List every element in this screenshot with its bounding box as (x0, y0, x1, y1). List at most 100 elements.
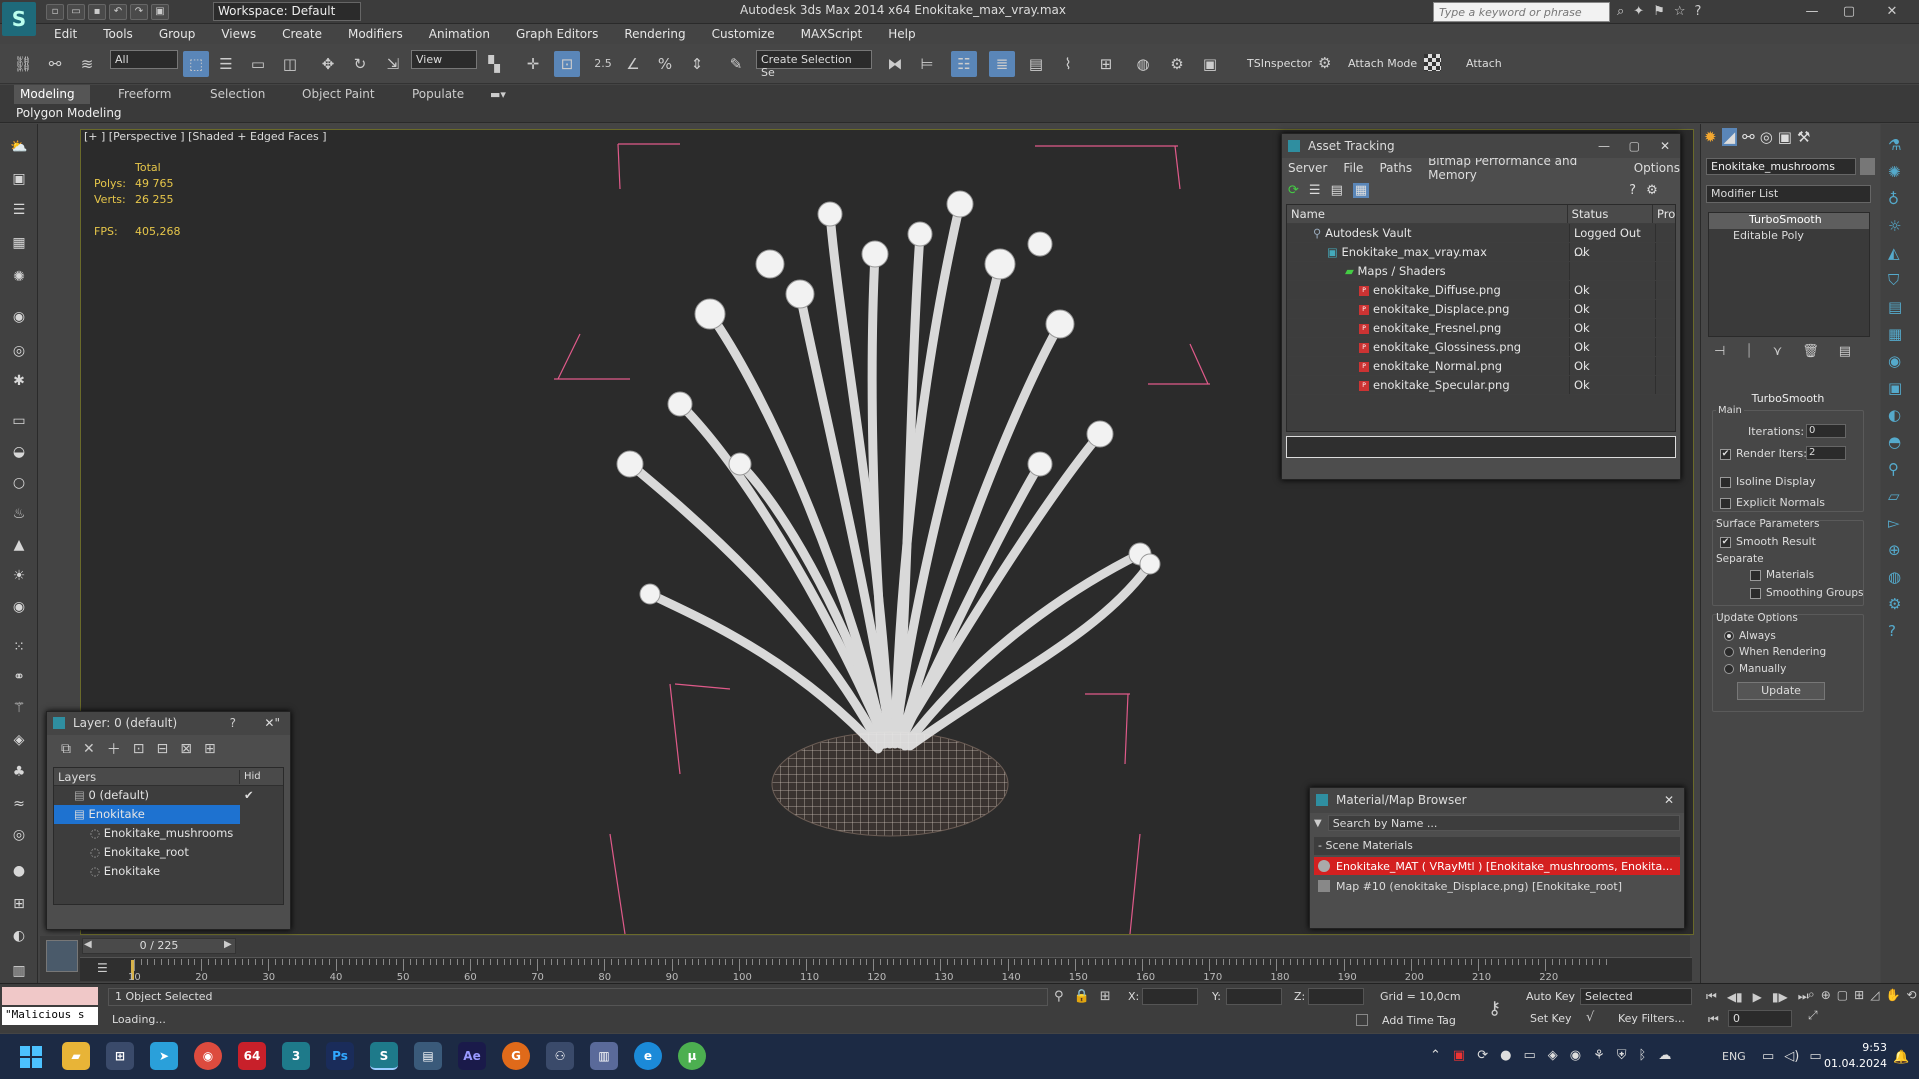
pin-stack-icon[interactable]: ⊣ (1714, 344, 1725, 359)
freeze-all-icon[interactable]: ⊞ (204, 741, 216, 757)
select-by-name-icon[interactable]: ☰ (213, 51, 239, 77)
material-sphere-icon[interactable]: ● (7, 860, 31, 882)
tray-chevron-icon[interactable]: ⌃ (1430, 1048, 1441, 1063)
show-end-result-icon[interactable]: ⏐ (1745, 344, 1752, 359)
scale-icon[interactable]: ⇲ (380, 51, 406, 77)
unknown-app-icon[interactable]: ⚇ (546, 1042, 574, 1070)
tab-populate[interactable]: Populate (406, 85, 470, 104)
tray-security-icon[interactable]: ⛨ (1617, 1048, 1627, 1063)
select-manipulate-icon[interactable]: ✛ (520, 51, 546, 77)
edit-named-selection-icon[interactable]: ✎ (723, 51, 749, 77)
pan-icon[interactable]: ✋ (1885, 988, 1900, 1002)
polygon-modeling-label[interactable]: Polygon Modeling (16, 106, 122, 120)
object-color-swatch[interactable] (1860, 158, 1875, 175)
after-effects-icon[interactable]: Ae (458, 1042, 486, 1070)
keyboard-shortcut-override-icon[interactable]: ⊡ (554, 51, 580, 77)
make-unique-icon[interactable]: ⋎ (1773, 344, 1783, 359)
archive-icon[interactable]: ▥ (590, 1042, 618, 1070)
create-layer-icon[interactable]: ⧉ (61, 741, 71, 757)
add-time-tag-button[interactable]: Add Time Tag (1382, 1014, 1456, 1027)
rotate-icon[interactable]: ↻ (347, 51, 373, 77)
link-icon[interactable]: ⛓ (10, 51, 36, 77)
time-slider[interactable]: 0 / 225 (82, 938, 236, 954)
tray-nvidia-icon[interactable]: ◉ (1570, 1048, 1581, 1063)
manually-radio[interactable] (1724, 664, 1734, 674)
menu-edit[interactable]: Edit (54, 27, 77, 41)
tray-bluetooth-icon[interactable]: ᛒ (1639, 1048, 1647, 1063)
select-layer-icon[interactable]: ⊡ (133, 741, 145, 757)
new-file-icon[interactable]: ▫ (46, 4, 64, 20)
vray-tools-icon[interactable]: ⚙ (1888, 595, 1902, 613)
foliage-icon[interactable]: ♣ (7, 761, 31, 783)
menu-maxscript[interactable]: MAXScript (801, 27, 863, 41)
close-icon[interactable]: ✕ (1660, 134, 1670, 158)
menu-bitmap-performance[interactable]: Bitmap Performance and Memory (1428, 154, 1618, 182)
reference-coord-dropdown[interactable]: View (411, 50, 477, 69)
space-warp-icon[interactable]: ✱ (7, 370, 31, 392)
render-setup-icon[interactable]: ⚙ (1164, 51, 1190, 77)
app-logo-button[interactable]: S (2, 2, 36, 36)
utorrent-icon[interactable]: µ (678, 1042, 706, 1070)
enokitake-model[interactable] (540, 134, 1260, 934)
gear-icon[interactable]: ⚙ (1318, 54, 1331, 72)
previous-frame-icon[interactable]: ◀▮ (1727, 990, 1743, 1004)
smooth-result-checkbox[interactable]: ✔ (1720, 536, 1731, 548)
star-icon[interactable]: ☆ (1674, 4, 1686, 19)
table-row[interactable]: Penokitake_Normal.png Ok (1287, 357, 1675, 376)
binoculars-icon[interactable]: ⌕ (1617, 4, 1624, 19)
key-mode-icon[interactable]: √ (1586, 1010, 1594, 1025)
separate-smoothing-checkbox[interactable] (1750, 587, 1761, 599)
minimize-button[interactable]: — (1797, 2, 1827, 22)
maximize-button[interactable]: ▢ (1834, 2, 1864, 22)
vray-sphere-icon[interactable]: ◉ (1888, 352, 1902, 370)
percent-snap-icon[interactable]: % (652, 51, 678, 77)
redo-icon[interactable]: ↷ (130, 4, 148, 20)
lock-selection-icon[interactable]: 🔒 (1074, 989, 1090, 1004)
named-selection-sets-dropdown[interactable]: Create Selection Se (756, 50, 872, 79)
modifier-list-dropdown[interactable]: Modifier List (1706, 185, 1871, 203)
column-hidden[interactable]: Hid (240, 771, 261, 782)
vray-displacement-icon[interactable]: ▱ (1888, 487, 1902, 505)
3dsmax-active-icon[interactable]: S (370, 1042, 398, 1070)
layer-row-selected[interactable]: ▤ Enokitake (54, 805, 240, 824)
layer-icon[interactable]: ◐ (7, 925, 31, 947)
tools-icon[interactable]: ✦ (1633, 4, 1644, 19)
layer-manager-titlebar[interactable]: Layer: 0 (default) ? ✕" (47, 712, 290, 735)
material-editor-icon[interactable]: ◍ (1130, 51, 1156, 77)
menu-file[interactable]: File (1343, 161, 1363, 175)
tray-shield-icon[interactable]: ◈ (1548, 1048, 1558, 1063)
selection-filter-dropdown[interactable]: All (110, 50, 178, 69)
tray-display-icon[interactable]: ▭ (1523, 1048, 1535, 1063)
undo-icon[interactable]: ↶ (109, 4, 127, 20)
close-icon[interactable]: ✕" (264, 712, 280, 735)
mirror-icon[interactable]: ⧓ (882, 51, 908, 77)
tab-modeling[interactable]: Modeling (14, 85, 90, 104)
zoom-all-icon[interactable]: ⊕ (1821, 988, 1831, 1002)
play-icon[interactable]: ▶ (1753, 990, 1762, 1004)
settings-icon[interactable]: ⚙ (1646, 183, 1658, 198)
task-view-icon[interactable]: ⊞ (106, 1042, 134, 1070)
key-filters-button[interactable]: Key Filters... (1618, 1012, 1685, 1025)
tab-selection[interactable]: Selection (204, 85, 271, 104)
current-frame-field[interactable]: 0 (1728, 1010, 1792, 1027)
material-browser-titlebar[interactable]: Material/Map Browser ✕ (1310, 788, 1684, 813)
menu-options[interactable]: Options (1634, 161, 1680, 175)
display-icon[interactable]: ▣ (7, 168, 31, 190)
menu-server[interactable]: Server (1288, 161, 1327, 175)
particles-icon[interactable]: ⁙ (7, 636, 31, 658)
auto-key-button[interactable]: Auto Key (1526, 990, 1575, 1003)
column-layers[interactable]: Layers (54, 769, 240, 784)
vray-dome-icon[interactable]: ◓ (1888, 433, 1902, 451)
menu-group[interactable]: Group (159, 27, 196, 41)
vray-camera-icon[interactable]: ◭ (1888, 244, 1902, 262)
volume-icon[interactable]: ◁) (1784, 1049, 1799, 1064)
time-tag-icon[interactable] (1356, 1014, 1368, 1026)
mini-curve-editor-icon[interactable] (46, 940, 78, 972)
asset-tracking-titlebar[interactable]: Asset Tracking — ▢ ✕ (1282, 134, 1680, 158)
utilities-tab-icon[interactable]: ⚒ (1797, 128, 1810, 146)
slider-next-icon[interactable]: ▶ (224, 939, 232, 950)
grammarly-icon[interactable]: G (502, 1042, 530, 1070)
cloth-icon[interactable]: ◎ (7, 824, 31, 846)
clock-time[interactable]: 9:53 (1842, 1041, 1887, 1054)
material-search-input[interactable]: Search by Name ... (1327, 815, 1680, 831)
